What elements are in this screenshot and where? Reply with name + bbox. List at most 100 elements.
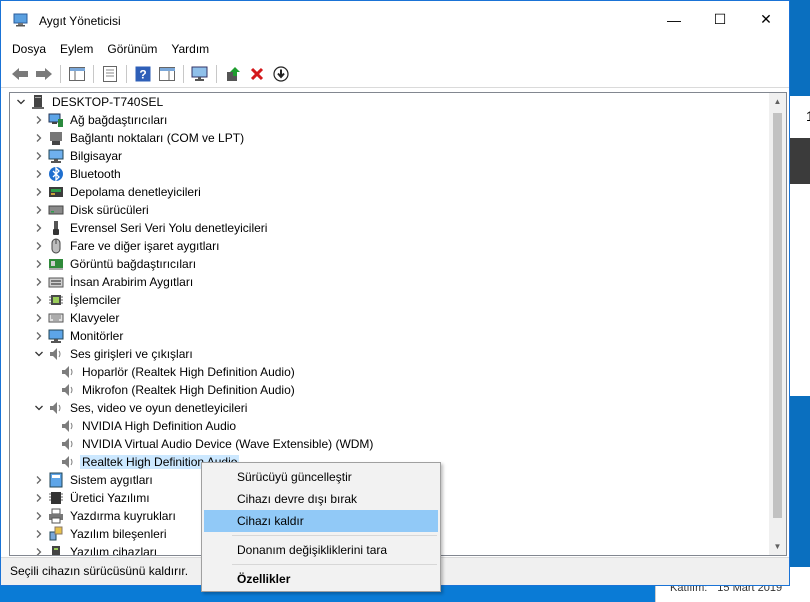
expand-chevron-icon[interactable]	[32, 201, 46, 219]
tree-category-item[interactable]: Bluetooth	[32, 165, 123, 183]
tree-device-item[interactable]: Hoparlör (Realtek High Definition Audio)	[50, 363, 297, 381]
expand-chevron-icon[interactable]	[32, 507, 46, 525]
scroll-down-arrow-icon[interactable]: ▼	[769, 538, 786, 555]
back-button[interactable]	[9, 63, 31, 85]
expand-chevron-icon[interactable]	[32, 327, 46, 345]
tree-category-item[interactable]: Evrensel Seri Veri Yolu denetleyicileri	[32, 219, 269, 237]
speaker-icon	[60, 382, 76, 398]
expand-chevron-icon[interactable]	[32, 291, 46, 309]
tree-item-label: Görüntü bağdaştırıcıları	[70, 257, 197, 271]
collapse-chevron-icon[interactable]	[32, 399, 46, 417]
context-menu: Sürücüyü güncelleştir Cihazı devre dışı …	[201, 462, 441, 592]
expand-chevron-icon[interactable]	[32, 147, 46, 165]
ctx-update-driver[interactable]: Sürücüyü güncelleştir	[204, 466, 438, 488]
tree-category-item[interactable]: Yazdırma kuyrukları	[32, 507, 178, 525]
tree-item-label: Klavyeler	[70, 311, 120, 325]
expand-chevron-icon[interactable]	[32, 219, 46, 237]
tree-device-item[interactable]: NVIDIA Virtual Audio Device (Wave Extens…	[50, 435, 375, 453]
tree-category-item[interactable]: Ağ bağdaştırıcıları	[32, 111, 169, 129]
expand-chevron-icon[interactable]	[32, 111, 46, 129]
system-icon	[48, 472, 64, 488]
close-button[interactable]: ✕	[743, 1, 789, 38]
delete-x-icon	[250, 67, 264, 80]
scroll-thumb[interactable]	[773, 113, 782, 518]
tree-category-item[interactable]: Depolama denetleyicileri	[32, 183, 203, 201]
tree-category-item[interactable]: Monitörler	[32, 327, 125, 345]
ctx-separator	[232, 564, 437, 565]
expand-chevron-icon[interactable]	[32, 129, 46, 147]
expand-chevron-icon[interactable]	[32, 543, 46, 555]
tree-item-label: Sistem aygıtları	[70, 473, 153, 487]
menu-file[interactable]: Dosya	[5, 42, 53, 56]
disable-device-button[interactable]	[270, 63, 292, 85]
vertical-scrollbar[interactable]: ▲ ▼	[769, 93, 786, 555]
back-arrow-icon	[12, 67, 28, 80]
minimize-button[interactable]: —	[651, 1, 697, 38]
title-bar[interactable]: Aygıt Yöneticisi — ☐ ✕	[1, 1, 789, 38]
collapse-chevron-icon[interactable]	[32, 345, 46, 363]
action-pane-button[interactable]	[156, 63, 178, 85]
tree-category-item[interactable]: İnsan Arabirim Aygıtları	[32, 273, 195, 291]
speaker-icon	[60, 454, 76, 470]
tree-item-label: Yazılım cihazları	[70, 545, 158, 556]
scan-monitor-icon	[191, 66, 208, 81]
bluetooth-icon	[48, 166, 64, 182]
tree-item-label: İşlemciler	[70, 293, 121, 307]
expand-chevron-icon[interactable]	[32, 183, 46, 201]
scroll-up-arrow-icon[interactable]: ▲	[769, 93, 786, 110]
mouse-icon	[48, 238, 64, 254]
expand-chevron-icon[interactable]	[32, 525, 46, 543]
menu-action[interactable]: Eylem	[53, 42, 100, 56]
menu-help[interactable]: Yardım	[164, 42, 216, 56]
tree-item-label: Ağ bağdaştırıcıları	[70, 113, 168, 127]
properties-button[interactable]	[99, 63, 121, 85]
show-hide-console-tree-button[interactable]	[66, 63, 88, 85]
disk-icon	[48, 202, 64, 218]
scan-hardware-button[interactable]	[189, 63, 211, 85]
expand-chevron-icon[interactable]	[32, 165, 46, 183]
expand-chevron-icon[interactable]	[32, 489, 46, 507]
ctx-scan-hardware[interactable]: Donanım değişikliklerini tara	[204, 539, 438, 561]
tree-category-item[interactable]: Üretici Yazılımı	[32, 489, 152, 507]
expand-chevron-icon[interactable]	[32, 309, 46, 327]
tree-category-item[interactable]: Fare ve diğer işaret aygıtları	[32, 237, 221, 255]
ctx-disable-device[interactable]: Cihazı devre dışı bırak	[204, 488, 438, 510]
uninstall-device-button[interactable]	[246, 63, 268, 85]
tree-category-item[interactable]: Ses girişleri ve çıkışları	[32, 345, 195, 363]
disable-download-icon	[273, 65, 289, 82]
tree-item-label: Üretici Yazılımı	[70, 491, 150, 505]
monitor-icon	[48, 328, 64, 344]
update-driver-button[interactable]	[222, 63, 244, 85]
expand-chevron-icon[interactable]	[32, 273, 46, 291]
tree-category-item[interactable]: Bağlantı noktaları (COM ve LPT)	[32, 129, 246, 147]
tree-category-item[interactable]: Klavyeler	[32, 309, 121, 327]
speaker-icon	[60, 418, 76, 434]
expand-chevron-icon[interactable]	[32, 471, 46, 489]
cpu-icon	[48, 292, 64, 308]
tree-root-item[interactable]: DESKTOP-T740SEL	[14, 93, 165, 111]
expand-chevron-icon[interactable]	[32, 237, 46, 255]
ctx-properties[interactable]: Özellikler	[204, 568, 438, 590]
maximize-button[interactable]: ☐	[697, 1, 743, 38]
tree-category-item[interactable]: Disk sürücüleri	[32, 201, 151, 219]
tree-category-item[interactable]: İşlemciler	[32, 291, 123, 309]
help-button[interactable]: ?	[132, 63, 154, 85]
tree-category-item[interactable]: Görüntü bağdaştırıcıları	[32, 255, 198, 273]
menu-view[interactable]: Görünüm	[100, 42, 164, 56]
expand-chevron-icon[interactable]	[32, 255, 46, 273]
ctx-separator	[232, 535, 437, 536]
tree-category-item[interactable]: Bilgisayar	[32, 147, 124, 165]
tree-category-item[interactable]: Yazılım bileşenleri	[32, 525, 168, 543]
collapse-chevron-icon[interactable]	[14, 93, 28, 111]
tree-category-item[interactable]: Sistem aygıtları	[32, 471, 155, 489]
tree-category-item[interactable]: Ses, video ve oyun denetleyicileri	[32, 399, 249, 417]
software-device-icon	[48, 544, 64, 555]
tree-category-item[interactable]: Yazılım cihazları	[32, 543, 159, 556]
forward-button[interactable]	[33, 63, 55, 85]
background-window-edge: 1	[790, 0, 810, 602]
ctx-uninstall-device[interactable]: Cihazı kaldır	[204, 510, 438, 532]
console-tree-icon	[69, 66, 85, 81]
hid-icon	[48, 274, 64, 290]
tree-device-item[interactable]: Mikrofon (Realtek High Definition Audio)	[50, 381, 297, 399]
tree-device-item[interactable]: NVIDIA High Definition Audio	[50, 417, 238, 435]
